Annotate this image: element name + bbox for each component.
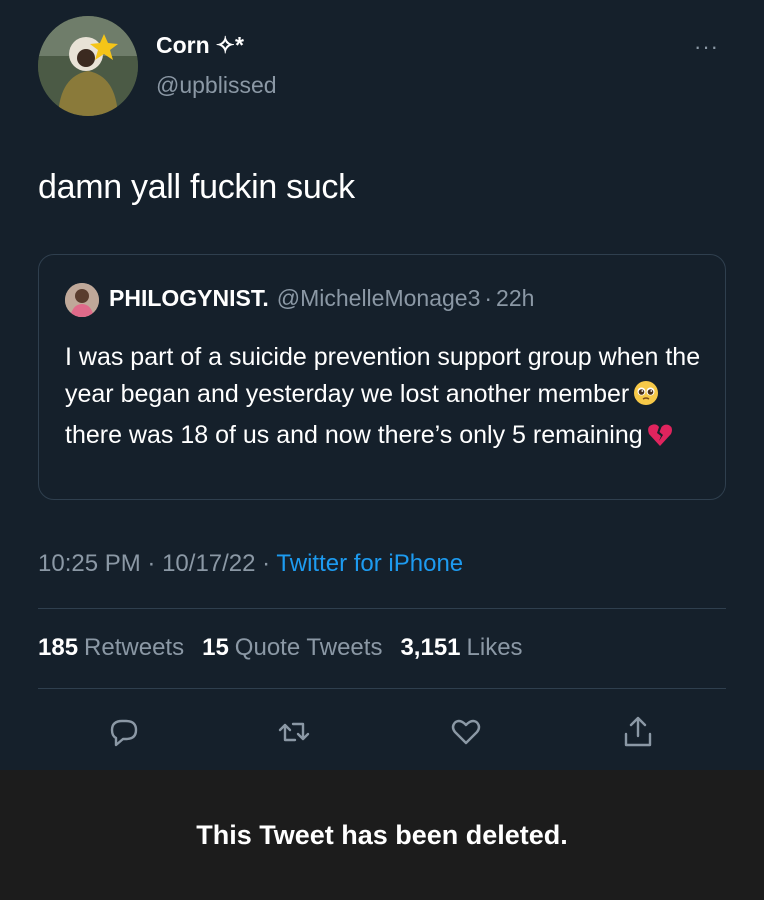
author-name-row[interactable]: Corn ✧* [156, 32, 244, 59]
retweet-icon[interactable] [274, 712, 314, 752]
quoted-separator: · [484, 285, 493, 311]
retweets-stat[interactable]: 185 Retweets [38, 634, 184, 662]
likes-stat[interactable]: 3,151 Likes [400, 634, 522, 662]
divider [38, 608, 726, 609]
divider [38, 688, 726, 689]
pleading-face-emoji [633, 380, 659, 417]
reply-icon[interactable] [104, 712, 144, 752]
likes-label: Likes [466, 634, 523, 661]
deleted-tweet-banner: This Tweet has been deleted. [0, 770, 764, 900]
quote-tweets-count: 15 [202, 634, 229, 661]
deleted-tweet-text: This Tweet has been deleted. [196, 819, 568, 850]
retweets-label: Retweets [84, 634, 185, 661]
tweet-text: damn yall fuckin suck [38, 168, 355, 206]
quoted-body: I was part of a suicide prevention suppo… [65, 339, 715, 458]
quoted-name[interactable]: PHILOGYNIST. [109, 285, 269, 312]
quote-tweets-label: Quote Tweets [234, 634, 383, 661]
retweets-count: 185 [38, 634, 79, 661]
tweet-card: Corn ✧* @upblissed ··· damn yall fuckin … [0, 0, 764, 770]
tweet-date[interactable]: 10/17/22 [162, 550, 255, 577]
author-avatar[interactable] [38, 16, 138, 116]
author-handle[interactable]: @upblissed [156, 72, 277, 99]
quoted-avatar[interactable] [65, 283, 99, 317]
quote-tweets-stat[interactable]: 15 Quote Tweets [202, 634, 382, 662]
quoted-body-part1: I was part of a suicide prevention suppo… [65, 343, 701, 408]
quoted-header: PHILOGYNIST. @MichelleMonage3 · 22h [109, 285, 534, 312]
share-icon[interactable] [618, 712, 658, 752]
likes-count: 3,151 [400, 634, 461, 661]
broken-heart-emoji [647, 421, 673, 458]
quoted-handle[interactable]: @MichelleMonage3 [277, 285, 481, 312]
quoted-age: 22h [496, 285, 535, 311]
quoted-tweet[interactable]: PHILOGYNIST. @MichelleMonage3 · 22h I wa… [38, 254, 726, 500]
tweet-source-link[interactable]: Twitter for iPhone [276, 550, 463, 577]
tweet-timestamp: 10:25 PM · 10/17/22 · Twitter for iPhone [38, 550, 463, 578]
author-name-decoration: ✧* [215, 32, 244, 58]
timestamp-separator-1: · [147, 550, 156, 577]
like-icon[interactable] [446, 712, 486, 752]
timestamp-separator-2: · [262, 550, 271, 577]
tweet-time[interactable]: 10:25 PM [38, 550, 141, 577]
tweet-actions [0, 706, 764, 766]
quoted-body-part2: there was 18 of us and now there’s only … [65, 421, 643, 449]
tweet-stats: 185 Retweets 15 Quote Tweets 3,151 Likes [38, 634, 523, 662]
author-display-name: Corn [156, 32, 210, 58]
more-options-icon[interactable]: ··· [694, 34, 719, 60]
